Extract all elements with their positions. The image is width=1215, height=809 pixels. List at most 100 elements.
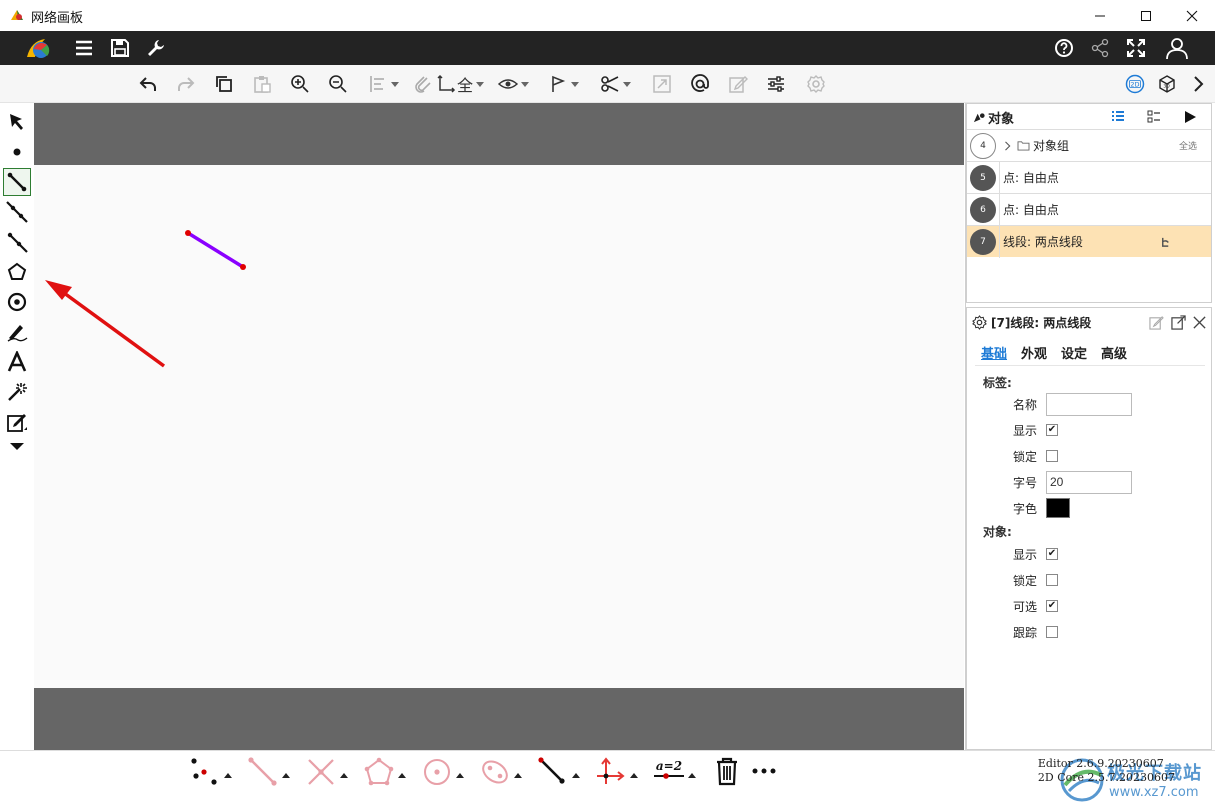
object-row-point-5[interactable]: 5 点: 自由点 — [967, 161, 1211, 194]
transform-dropdown[interactable] — [600, 73, 631, 95]
name-input[interactable] — [1046, 392, 1132, 416]
label-show-checkbox[interactable]: ✔ — [1046, 424, 1058, 436]
circle-tool[interactable] — [3, 288, 31, 316]
obj-select-checkbox[interactable]: ✔ — [1046, 600, 1058, 612]
point-5[interactable] — [185, 230, 191, 236]
at-button[interactable] — [690, 73, 710, 95]
ray-tool[interactable] — [3, 228, 31, 256]
undo-button[interactable] — [138, 73, 158, 95]
tree-view-icon[interactable] — [1147, 110, 1161, 124]
point-tool[interactable] — [3, 138, 31, 166]
label-lock-checkbox[interactable] — [1046, 450, 1058, 462]
select-all-link[interactable]: 全选 — [1179, 139, 1197, 152]
settings-button[interactable] — [144, 36, 168, 60]
ellipse-tool[interactable] — [478, 755, 522, 787]
name-row: 名称 — [1013, 392, 1132, 416]
pointer-tool[interactable] — [3, 108, 31, 136]
points-tool[interactable] — [188, 755, 232, 787]
menu-button[interactable] — [72, 36, 96, 60]
object-row-point-6[interactable]: 6 点: 自由点 — [967, 193, 1211, 226]
share-button[interactable] — [1088, 36, 1112, 60]
more-tools[interactable] — [3, 433, 31, 461]
tab-settings[interactable]: 设定 — [1061, 343, 1087, 362]
core-version: 2D Core 2.5.7.20230607 — [1037, 771, 1175, 784]
font-color-swatch[interactable] — [1046, 498, 1070, 518]
version-info: Editor 2.6.9.20230607 2D Core 2.5.7.2023… — [1038, 757, 1175, 785]
variable-label: a=2 — [656, 759, 682, 773]
at-icon — [691, 74, 709, 92]
row-divider — [999, 225, 1000, 258]
segment-icon — [7, 172, 27, 192]
circle-tool-bottom[interactable] — [420, 755, 464, 787]
obj-trace-checkbox[interactable] — [1046, 626, 1058, 638]
segment-tool[interactable] — [3, 168, 31, 196]
edit-tool[interactable] — [3, 408, 31, 436]
mode-2d-button[interactable]: 2D — [1125, 73, 1145, 95]
share-icon — [1091, 38, 1109, 58]
tab-appearance[interactable]: 外观 — [1021, 343, 1047, 362]
zoom-in-button[interactable] — [290, 73, 310, 95]
object-row-group[interactable]: 4 对象组 全选 — [967, 129, 1211, 161]
object-row-segment-7[interactable]: 7 线段: 两点线段 — [967, 225, 1211, 258]
gear-button[interactable] — [806, 73, 826, 95]
font-size-input[interactable] — [1046, 470, 1132, 494]
polygon-tool[interactable] — [3, 258, 31, 286]
play-icon[interactable] — [1183, 110, 1197, 124]
pen-tool[interactable] — [3, 318, 31, 346]
popout-icon[interactable] — [1171, 315, 1186, 330]
help-button[interactable] — [1052, 36, 1076, 60]
close-button[interactable] — [1169, 0, 1215, 31]
zoom-out-button[interactable] — [328, 73, 348, 95]
text-tool[interactable] — [3, 348, 31, 376]
point-6[interactable] — [240, 264, 246, 270]
expand-panel-button[interactable] — [1188, 73, 1208, 95]
list-view-icon[interactable] — [1111, 110, 1125, 124]
segment-7[interactable] — [187, 231, 244, 269]
row-divider — [999, 193, 1000, 226]
maximize-button[interactable] — [1123, 0, 1169, 31]
variable-tool[interactable]: a=2 — [652, 755, 696, 787]
app-logo[interactable] — [24, 36, 52, 60]
caret-down-icon — [10, 443, 24, 450]
line-tool[interactable] — [3, 198, 31, 226]
canvas-svg[interactable] — [34, 165, 964, 688]
sliders-button[interactable] — [766, 73, 786, 95]
intersect-tool[interactable] — [304, 755, 348, 787]
align-dropdown[interactable] — [368, 73, 399, 95]
save-button[interactable] — [108, 36, 132, 60]
segment-tool-bottom[interactable] — [246, 755, 290, 787]
expand-button[interactable] — [652, 73, 672, 95]
magic-tool[interactable] — [3, 378, 31, 406]
paste-button[interactable] — [252, 73, 272, 95]
flag-dropdown[interactable] — [548, 73, 579, 95]
tab-basic[interactable]: 基础 — [981, 343, 1007, 362]
polygon-tool-bottom[interactable] — [362, 755, 406, 787]
tab-advanced[interactable]: 高级 — [1101, 343, 1127, 362]
trace-icon[interactable] — [1160, 237, 1171, 248]
edit-button[interactable] — [728, 73, 748, 95]
drawing-area[interactable] — [34, 103, 964, 750]
axis-dropdown[interactable]: 全 — [436, 73, 485, 95]
snap-button[interactable] — [413, 73, 433, 95]
copy-button[interactable] — [214, 73, 234, 95]
obj-show-label: 显示 — [1013, 547, 1038, 562]
drawing-canvas[interactable] — [34, 165, 964, 688]
chevron-right-icon[interactable] — [1003, 140, 1013, 151]
axes-tool[interactable] — [594, 755, 638, 787]
vector-tool[interactable] — [536, 755, 580, 787]
minimize-button[interactable] — [1077, 0, 1123, 31]
user-button[interactable] — [1164, 36, 1190, 60]
edit-icon[interactable] — [1149, 315, 1164, 330]
mode-3d-button[interactable]: 3D — [1157, 73, 1177, 95]
redo-button[interactable] — [176, 73, 196, 95]
intersect-icon — [308, 759, 334, 785]
properties-panel: [7]线段: 两点线段 基础 外观 设定 高级 标签: 名称 显示 ✔ 锁定 字… — [966, 307, 1212, 750]
obj-show-checkbox[interactable]: ✔ — [1046, 548, 1058, 560]
more-button[interactable] — [748, 755, 782, 787]
visibility-dropdown[interactable] — [498, 73, 529, 95]
caret-up-icon — [688, 772, 696, 778]
delete-button[interactable] — [710, 755, 744, 787]
close-icon[interactable] — [1192, 315, 1207, 330]
obj-lock-checkbox[interactable] — [1046, 574, 1058, 586]
fullscreen-button[interactable] — [1124, 36, 1148, 60]
